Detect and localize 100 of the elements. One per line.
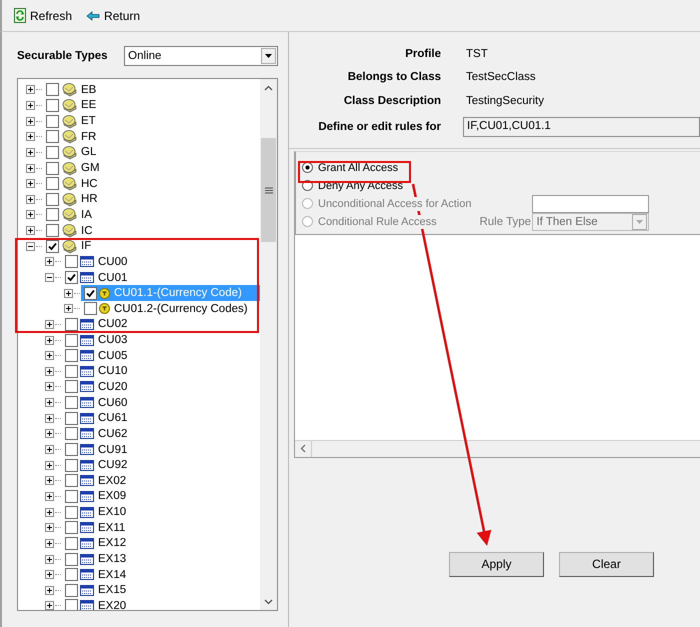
tree-item[interactable]: CU61 [98, 412, 128, 424]
tree-item[interactable]: GM [81, 162, 100, 174]
checkbox[interactable] [65, 490, 78, 503]
checkbox[interactable] [46, 130, 59, 144]
expand-icon[interactable] [45, 398, 54, 408]
checkbox[interactable] [65, 349, 78, 362]
rule-target-field[interactable]: IF,CU01,CU01.1 [463, 116, 700, 136]
tree-item[interactable]: HR [81, 193, 98, 206]
checkbox[interactable] [65, 474, 78, 488]
expand-icon[interactable] [45, 445, 54, 454]
checkbox[interactable] [65, 568, 78, 582]
scroll-left-icon[interactable] [300, 444, 306, 453]
tree-item[interactable]: EE [81, 99, 96, 112]
expand-icon[interactable] [64, 304, 73, 314]
checkbox[interactable] [46, 192, 59, 206]
expand-icon[interactable] [45, 523, 54, 532]
checkbox[interactable] [65, 427, 78, 440]
expand-icon[interactable] [45, 492, 54, 501]
checkbox[interactable] [65, 521, 78, 534]
checkbox[interactable] [65, 599, 78, 610]
expand-icon[interactable] [45, 336, 54, 345]
refresh-button[interactable]: Refresh [12, 6, 74, 25]
expand-icon[interactable] [45, 429, 54, 438]
tree-item[interactable]: CU05 [98, 350, 128, 362]
tree-item[interactable]: EX10 [98, 506, 126, 518]
securable-types-dropdown[interactable]: Online [124, 46, 278, 66]
expand-icon[interactable] [45, 382, 54, 392]
tree-item[interactable]: CU03 [98, 334, 128, 346]
checkbox[interactable] [65, 255, 78, 268]
apply-button[interactable]: Apply [449, 552, 544, 576]
checkbox[interactable] [65, 584, 78, 597]
horizontal-scrollbar[interactable] [295, 440, 700, 456]
expand-icon[interactable] [45, 257, 54, 266]
checkbox[interactable] [65, 412, 78, 425]
tree-item[interactable]: EX11 [98, 522, 126, 534]
expand-icon[interactable] [26, 116, 35, 126]
tree-item[interactable]: IA [81, 208, 92, 221]
expand-icon[interactable] [26, 226, 35, 236]
expand-icon[interactable] [26, 148, 35, 157]
tree-item[interactable]: GL [81, 146, 96, 158]
tree-item[interactable]: CU62 [98, 428, 128, 440]
checkbox[interactable] [65, 271, 78, 284]
checkbox[interactable] [46, 98, 59, 112]
checkbox[interactable] [65, 552, 78, 566]
tree-item[interactable]: CU92 [98, 459, 128, 472]
expand-icon[interactable] [45, 601, 54, 610]
expand-icon[interactable] [45, 351, 54, 360]
expand-icon[interactable] [45, 320, 54, 329]
tree-item[interactable]: EX14 [98, 568, 126, 581]
checkbox[interactable] [65, 380, 78, 394]
tree-item[interactable]: IF [81, 240, 92, 252]
checkbox[interactable] [46, 162, 59, 175]
checkbox[interactable] [65, 334, 78, 347]
tree-item[interactable]: CU02 [98, 318, 128, 330]
expand-icon[interactable] [26, 100, 35, 110]
expand-icon[interactable] [26, 85, 35, 94]
checkbox[interactable] [65, 506, 78, 519]
expand-icon[interactable] [45, 570, 54, 580]
checkbox[interactable] [65, 443, 78, 456]
checkbox[interactable] [46, 83, 59, 96]
tree-item[interactable]: CU20 [98, 380, 128, 393]
expand-icon[interactable] [64, 288, 73, 298]
vertical-scrollbar[interactable] [260, 79, 277, 610]
checkbox[interactable] [84, 286, 97, 300]
tree-item[interactable]: FR [81, 130, 96, 143]
checkbox[interactable] [46, 240, 59, 253]
checkbox[interactable] [65, 396, 78, 410]
expand-icon[interactable] [45, 366, 54, 376]
tree-item[interactable]: EX13 [98, 553, 126, 566]
tree-item[interactable]: HC [81, 178, 98, 190]
checkbox[interactable] [84, 302, 97, 316]
expand-icon[interactable] [45, 414, 54, 423]
expand-icon[interactable] [26, 194, 35, 204]
tree-item[interactable]: ET [81, 115, 96, 128]
checkbox[interactable] [46, 114, 59, 128]
tree-item[interactable]: CU01.2-(Currency Codes) [114, 302, 248, 315]
action-input-field[interactable] [532, 194, 650, 212]
expand-icon[interactable] [26, 179, 35, 188]
tree-item[interactable]: CU10 [98, 365, 128, 378]
tree-item[interactable]: IC [81, 224, 92, 237]
radio-option[interactable]: Grant All Access [302, 160, 398, 174]
tree-item[interactable]: CU00 [98, 256, 128, 268]
checkbox[interactable] [65, 536, 78, 550]
return-button[interactable]: Return [84, 6, 142, 24]
expand-icon[interactable] [45, 476, 54, 486]
expand-icon[interactable] [26, 164, 35, 173]
expand-icon[interactable] [45, 508, 54, 517]
checkbox[interactable] [46, 208, 59, 222]
tree-item[interactable]: EX09 [98, 490, 126, 502]
checkbox[interactable] [46, 177, 59, 190]
tree-item[interactable]: EX20 [98, 600, 126, 610]
scroll-up-icon[interactable] [264, 84, 273, 90]
collapse-icon[interactable] [45, 273, 54, 282]
collapse-icon[interactable] [26, 242, 35, 251]
tree-item[interactable]: EX12 [98, 537, 126, 550]
tree-item[interactable]: CU01 [98, 272, 128, 284]
tree-item[interactable]: EX02 [98, 474, 126, 487]
expand-icon[interactable] [45, 538, 54, 548]
expand-icon[interactable] [45, 554, 54, 564]
scroll-down-icon[interactable] [264, 598, 273, 604]
